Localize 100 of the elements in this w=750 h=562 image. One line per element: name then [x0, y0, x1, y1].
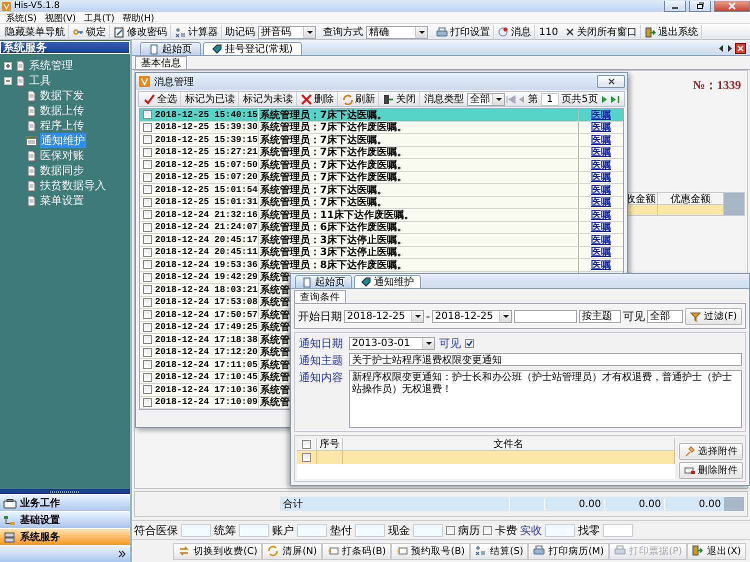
- filter-button[interactable]: 过滤(F): [685, 308, 742, 324]
- link[interactable]: 医嘱: [591, 222, 611, 233]
- checkbox[interactable]: [142, 135, 152, 144]
- collapse-icon[interactable]: [4, 76, 12, 84]
- message-row[interactable]: 2018-12-24 21:32:16 系统管理员：11床下达作废医嘱。 医嘱: [140, 209, 623, 222]
- menu-item[interactable]: 视图(V): [40, 12, 80, 24]
- checkbox[interactable]: [142, 160, 152, 170]
- next-page-icon[interactable]: [601, 94, 609, 104]
- tree-item[interactable]: 程序上传: [39, 118, 85, 133]
- tab[interactable]: 起始页: [140, 42, 201, 55]
- checkbox[interactable]: [142, 198, 152, 207]
- checkbox[interactable]: [142, 348, 152, 357]
- page-field[interactable]: 1: [541, 92, 559, 106]
- dropdown[interactable]: 拼音码: [258, 26, 316, 38]
- link[interactable]: 医嘱: [591, 122, 611, 133]
- message-row[interactable]: 2018-12-25 15:39:30 系统管理员：7床下达作废医嘱。 医嘱: [140, 122, 623, 134]
- message-row[interactable]: 2018-12-24 19:53:36 系统管理员：8床下达作废医嘱。 医嘱: [140, 259, 623, 272]
- tab[interactable]: 基本信息: [135, 56, 187, 69]
- expand-icon[interactable]: [4, 62, 12, 70]
- link[interactable]: 医嘱: [591, 172, 611, 183]
- checkbox[interactable]: [483, 526, 492, 534]
- content-textarea[interactable]: 新程序权限变更通知：护士长和办公班（护士站管理员）才有权退费，普通护士（护士站操作员）无权退费！: [349, 370, 742, 428]
- checkbox[interactable]: [142, 298, 152, 307]
- tree-item[interactable]: 扶贫数据导入: [39, 178, 107, 193]
- checkbox[interactable]: [142, 210, 152, 220]
- tab[interactable]: 起始页: [295, 275, 352, 288]
- date-field[interactable]: 2013-03-01: [349, 337, 435, 350]
- checkbox[interactable]: [142, 222, 152, 232]
- print-barcode-button[interactable]: 打条码(B): [322, 542, 391, 560]
- message-row[interactable]: 2018-12-25 15:01:54 系统管理员：7床下达医嘱。 医嘱: [140, 184, 623, 196]
- switch-to-charge-button[interactable]: 切换到收费(C): [173, 542, 262, 560]
- menu-item[interactable]: 帮助(H): [118, 12, 158, 24]
- delete-attachment-button[interactable]: 删除附件: [679, 462, 743, 479]
- checkbox[interactable]: [142, 248, 152, 257]
- clear-screen-button[interactable]: 清屏(N): [262, 542, 322, 560]
- tree-item[interactable]: 系统管理: [28, 58, 74, 73]
- message-row[interactable]: 2018-12-25 15:01:31 系统管理员：7床下达医嘱。 医嘱: [140, 196, 623, 209]
- link[interactable]: 医嘱: [591, 109, 611, 120]
- print-record-button[interactable]: 打印病历(M): [528, 542, 609, 560]
- settle-button[interactable]: 结算(S): [470, 542, 528, 560]
- input-field[interactable]: [545, 524, 575, 536]
- checkbox[interactable]: [142, 310, 152, 320]
- tree-item[interactable]: 数据同步: [39, 163, 85, 178]
- tree-item[interactable]: 医保对账: [39, 148, 85, 163]
- checkbox[interactable]: [465, 339, 474, 348]
- menu-item[interactable]: 工具(T): [80, 12, 118, 24]
- checkbox[interactable]: [142, 322, 152, 332]
- link[interactable]: 医嘱: [591, 184, 611, 196]
- search-mode-field[interactable]: 按主题: [579, 310, 622, 322]
- close-button[interactable]: [597, 75, 625, 88]
- input-field[interactable]: [181, 524, 211, 536]
- tab[interactable]: 通知维护: [354, 275, 421, 288]
- tree-item[interactable]: 数据上传: [39, 103, 85, 118]
- nav-section-button[interactable]: 业务工作: [0, 494, 130, 511]
- nav-section-button[interactable]: 系统服务: [0, 528, 130, 545]
- input-field[interactable]: [413, 524, 443, 536]
- checkbox[interactable]: [142, 385, 152, 394]
- checkbox[interactable]: [142, 260, 152, 270]
- tree-item[interactable]: 数据下发: [39, 88, 85, 103]
- input-field[interactable]: [297, 524, 327, 536]
- message-row[interactable]: 2018-12-25 15:40:15 系统管理员：7床下达医嘱。 医嘱: [140, 109, 623, 122]
- checkbox[interactable]: [142, 398, 152, 407]
- checkbox[interactable]: [142, 285, 152, 294]
- minimize-button[interactable]: [664, 0, 686, 12]
- checkbox[interactable]: [142, 122, 152, 132]
- scroll-right-icon[interactable]: [727, 45, 732, 52]
- dropdown[interactable]: 精确: [366, 26, 428, 38]
- link[interactable]: 医嘱: [591, 134, 611, 146]
- checkbox[interactable]: [302, 453, 311, 462]
- tab[interactable]: 挂号登记(常规): [203, 42, 302, 55]
- link[interactable]: 医嘱: [591, 209, 611, 220]
- checkbox[interactable]: [446, 526, 455, 534]
- message-row[interactable]: 2018-12-24 20:45:11 系统管理员：3床下达停止医嘱。 医嘱: [140, 246, 623, 259]
- link[interactable]: 医嘱: [591, 246, 611, 258]
- input-field[interactable]: [355, 524, 385, 536]
- date-field[interactable]: 2018-12-25: [432, 310, 512, 322]
- close-button[interactable]: [714, 0, 750, 12]
- message-row[interactable]: 2018-12-25 15:27:21 系统管理员：7床下达作废医嘱。 医嘱: [140, 146, 623, 159]
- mark-read-button[interactable]: 标记为已读: [182, 92, 239, 106]
- search-field[interactable]: [514, 310, 578, 322]
- tree-item[interactable]: 菜单设置: [39, 193, 85, 208]
- appointment-button[interactable]: 预约取号(B): [390, 542, 470, 560]
- message-row[interactable]: 2018-12-25 15:07:20 系统管理员：7床下达作废医嘱。 医嘱: [140, 172, 623, 184]
- tab[interactable]: 查询条件: [294, 290, 346, 303]
- checkbox[interactable]: [142, 372, 152, 382]
- tree-item[interactable]: 工具: [28, 73, 52, 88]
- close-icon[interactable]: [735, 43, 746, 54]
- scroll-left-icon[interactable]: [719, 45, 724, 52]
- last-page-icon[interactable]: [610, 94, 620, 104]
- previous-page-icon[interactable]: [517, 94, 525, 104]
- checkbox[interactable]: [142, 148, 152, 157]
- nav-section-button[interactable]: 基础设置: [0, 511, 130, 528]
- checkbox[interactable]: [142, 335, 152, 344]
- refresh-button[interactable]: 刷新: [339, 92, 379, 106]
- checkbox[interactable]: [142, 272, 152, 282]
- link[interactable]: 医嘱: [591, 146, 611, 158]
- message-type-dropdown[interactable]: 全部: [467, 92, 505, 106]
- menu-item[interactable]: 系统(S): [2, 12, 41, 24]
- select-all-button[interactable]: 全选: [141, 92, 181, 106]
- checkbox[interactable]: [142, 172, 152, 182]
